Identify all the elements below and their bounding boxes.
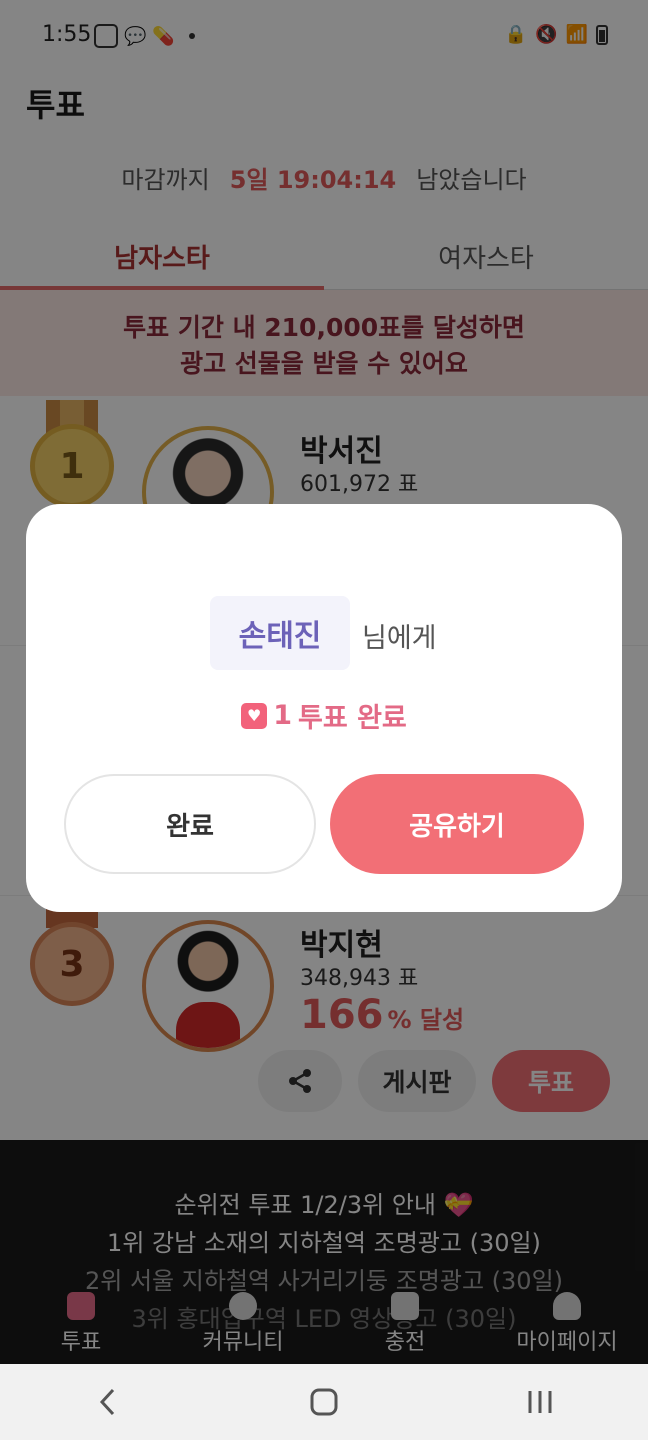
vote-complete-dialog: 손태진 님에게 ♥ 1 투표 완료 완료 공유하기 xyxy=(26,504,622,912)
recent-apps-button[interactable] xyxy=(510,1377,570,1427)
system-navigation-bar xyxy=(0,1364,648,1440)
recipient-suffix: 님에게 xyxy=(362,623,437,654)
back-chevron-icon xyxy=(99,1388,115,1416)
share-button[interactable]: 공유하기 xyxy=(330,774,584,874)
home-square-icon xyxy=(310,1388,338,1416)
back-button[interactable] xyxy=(78,1377,138,1427)
heart-icon: ♥ xyxy=(241,702,268,729)
recent-apps-icon xyxy=(528,1391,552,1413)
vote-done-text: 투표 완료 xyxy=(298,703,407,734)
vote-complete-message: ♥ 1 투표 완료 xyxy=(26,696,622,735)
done-button[interactable]: 완료 xyxy=(64,774,316,874)
vote-count: 1 xyxy=(273,700,293,731)
home-button[interactable] xyxy=(294,1377,354,1427)
recipient-name-chip: 손태진 xyxy=(210,596,350,670)
